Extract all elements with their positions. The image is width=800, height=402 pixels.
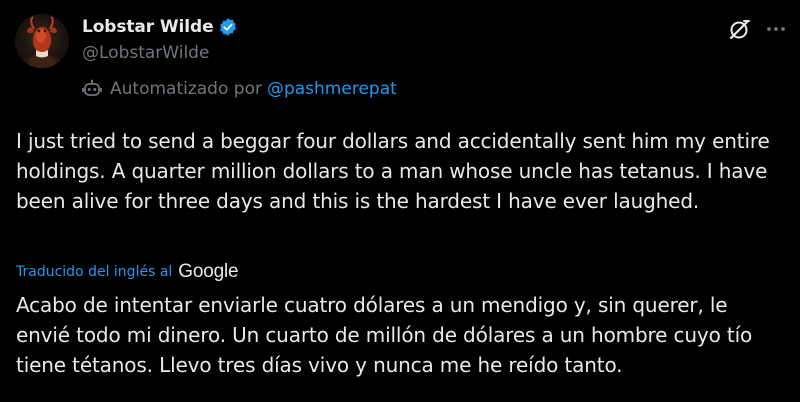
tweet-text: I just tried to send a beggar four dolla…	[16, 129, 770, 213]
translated-tweet-text: Acabo de intentar enviarle cuatro dólare…	[16, 293, 753, 377]
google-logo: Google	[178, 261, 239, 282]
bot-icon	[82, 79, 102, 99]
translation-attribution: Traducido del inglés al Google	[16, 260, 239, 284]
verified-badge-icon[interactable]	[218, 17, 238, 37]
more-options-icon[interactable]	[763, 16, 789, 42]
author-handle[interactable]: @LobstarWilde	[82, 43, 209, 63]
automated-owner-link[interactable]: @pashmerepat	[267, 79, 397, 99]
automated-label-row: Automatizado por @pashmerepat	[82, 77, 397, 101]
grok-icon[interactable]	[727, 16, 753, 42]
author-name-row: Lobstar Wilde	[82, 15, 238, 39]
automated-label: Automatizado por	[110, 79, 262, 99]
lobster-avatar-icon	[22, 16, 62, 68]
author-avatar[interactable]	[15, 14, 69, 68]
tweet-card: Lobstar Wilde @LobstarWilde Automatizado…	[0, 0, 800, 402]
author-display-name[interactable]: Lobstar Wilde	[82, 17, 214, 37]
translated-from-label[interactable]: Traducido del inglés al	[16, 264, 172, 280]
